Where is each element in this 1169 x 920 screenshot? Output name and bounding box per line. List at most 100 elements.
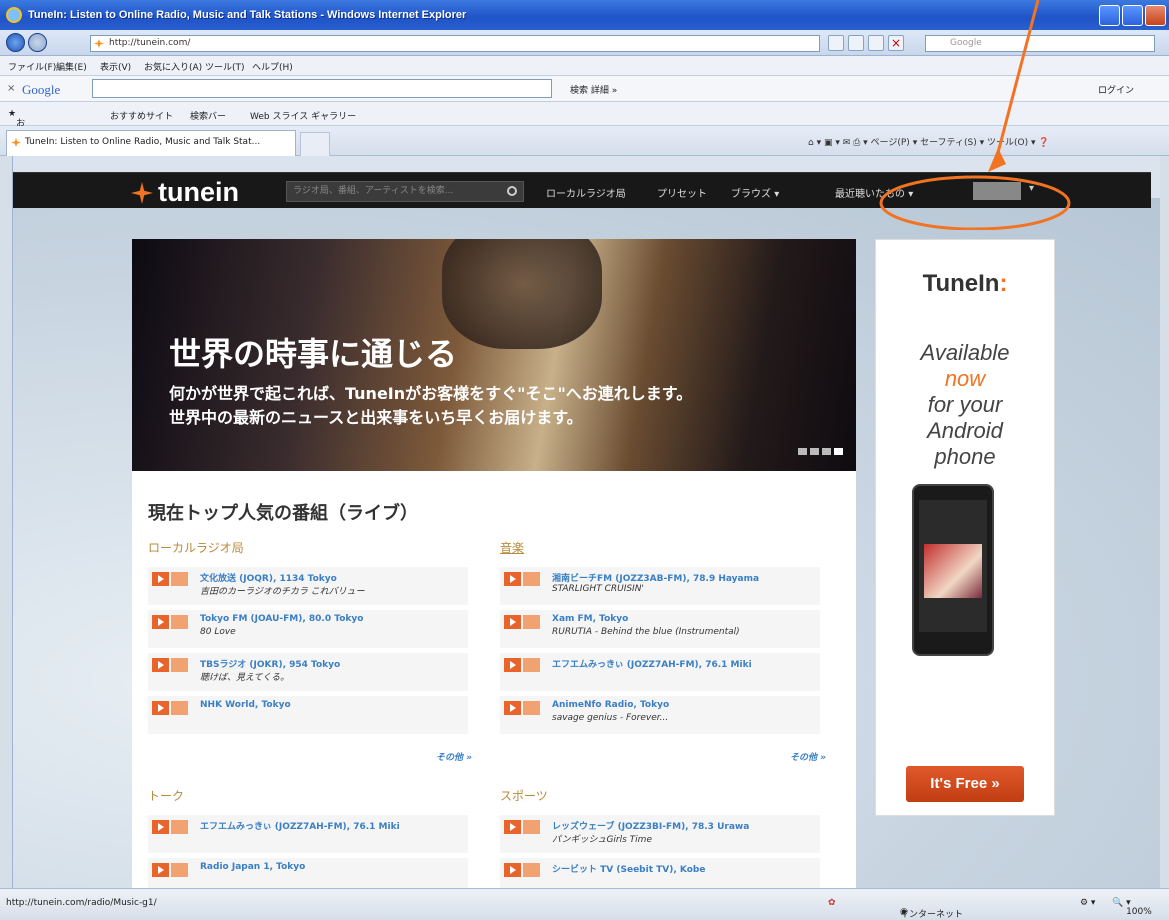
google-login-link[interactable]: ログイン <box>1098 83 1134 96</box>
menu-favorites[interactable]: お気に入り(A) <box>144 60 202 73</box>
google-search-button[interactable]: 検索 詳細 » <box>570 83 617 96</box>
tab-tunein[interactable]: TuneIn: Listen to Online Radio, Music an… <box>6 130 296 156</box>
station-link[interactable]: Xam FM, Tokyo <box>552 614 628 624</box>
favorites-button[interactable]: ★ お気に入り <box>8 109 25 181</box>
minimize-button[interactable] <box>1099 5 1120 26</box>
preset-icon[interactable] <box>171 701 188 715</box>
its-free-button[interactable]: It's Free » <box>906 766 1024 802</box>
more-link[interactable]: その他 » <box>436 750 472 763</box>
nav-presets[interactable]: プリセット <box>657 185 707 200</box>
preset-icon[interactable] <box>523 863 540 877</box>
preset-icon[interactable] <box>523 572 540 586</box>
google-more-link[interactable]: 詳細 » <box>591 86 617 96</box>
list-item[interactable]: TBSラジオ (JOKR), 954 Tokyo 聴けば、見えてくる。 <box>148 653 468 691</box>
search-bar-link[interactable]: 検索バー <box>190 109 226 122</box>
page-menu[interactable]: ページ(P) <box>871 138 910 148</box>
list-item[interactable]: Tokyo FM (JOAU-FM), 80.0 Tokyo 80 Love <box>148 610 468 648</box>
station-link[interactable]: TBSラジオ (JOKR), 954 Tokyo <box>200 657 340 670</box>
safety-menu[interactable]: セーフティ(S) <box>920 138 977 148</box>
close-button[interactable] <box>1145 5 1166 26</box>
play-icon[interactable] <box>152 863 169 877</box>
menu-tools[interactable]: ツール(T) <box>205 60 245 73</box>
suggested-sites-link[interactable]: おすすめサイト <box>110 109 173 122</box>
tools-menu[interactable]: ツール(O) <box>987 138 1028 148</box>
station-link[interactable]: Radio Japan 1, Tokyo <box>200 862 305 872</box>
nav-local-radio[interactable]: ローカルラジオ局 <box>546 185 626 200</box>
station-link[interactable]: エフエムみっきぃ (JOZZ7AH-FM), 76.1 Miki <box>200 819 400 832</box>
list-item[interactable]: 湘南ビーチFM (JOZZ3AB-FM), 78.9 Hayama STARLIG… <box>500 567 820 605</box>
more-link[interactable]: その他 » <box>790 750 826 763</box>
station-link[interactable]: エフエムみっきぃ (JOZZ7AH-FM), 76.1 Miki <box>552 657 752 670</box>
tunein-logo[interactable]: tunein <box>131 177 239 208</box>
back-icon[interactable] <box>6 33 25 52</box>
menu-help[interactable]: ヘルプ(H) <box>252 60 293 73</box>
list-item[interactable]: NHK World, Tokyo <box>148 696 468 734</box>
play-icon[interactable] <box>504 615 521 629</box>
maximize-button[interactable] <box>1122 5 1143 26</box>
menu-file[interactable]: ファイル(F) <box>8 60 56 73</box>
dropdown-icon[interactable] <box>828 35 844 51</box>
search-input[interactable]: Google <box>925 35 1155 52</box>
slide-dot[interactable] <box>798 448 807 455</box>
list-item[interactable]: エフエムみっきぃ (JOZZ7AH-FM), 76.1 Miki <box>500 653 820 691</box>
slide-dot-active[interactable] <box>834 448 843 455</box>
station-link[interactable]: シービット TV (Seebit TV), Kobe <box>552 862 705 875</box>
nav-recent[interactable]: 最近聴いたもの ▾ <box>835 185 913 200</box>
section-local-radio-heading[interactable]: ローカルラジオ局 <box>148 539 244 556</box>
slide-dot[interactable] <box>810 448 819 455</box>
menu-edit[interactable]: 編集(E) <box>56 60 87 73</box>
new-tab-button[interactable] <box>300 132 330 156</box>
play-icon[interactable] <box>152 820 169 834</box>
search-icon[interactable] <box>507 186 517 196</box>
tunein-search-input[interactable]: ラジオ局、番組、アーティストを検索... <box>286 181 524 202</box>
preset-icon[interactable] <box>523 658 540 672</box>
url-input[interactable]: http://tunein.com/ <box>90 35 820 52</box>
list-item[interactable]: 文化放送 (JOQR), 1134 Tokyo 吉田のカーラジオのチカラ これバリ… <box>148 567 468 605</box>
chevron-down-icon[interactable]: ▾ <box>1029 183 1034 194</box>
play-icon[interactable] <box>504 820 521 834</box>
popup-blocker-icon[interactable]: ✿ <box>828 898 836 908</box>
google-search-input[interactable] <box>92 79 552 98</box>
list-item[interactable]: レッズウェーブ (JOZZ3BI-FM), 78.3 Urawa パンギッシュGi… <box>500 815 820 853</box>
preset-icon[interactable] <box>523 701 540 715</box>
play-icon[interactable] <box>504 658 521 672</box>
station-link[interactable]: Tokyo FM (JOAU-FM), 80.0 Tokyo <box>200 614 363 624</box>
nav-browse[interactable]: ブラウズ ▾ <box>731 185 779 200</box>
user-account-box[interactable] <box>973 182 1021 200</box>
stop-icon[interactable]: × <box>888 35 904 51</box>
station-link[interactable]: 文化放送 (JOQR), 1134 Tokyo <box>200 571 337 584</box>
play-icon[interactable] <box>504 572 521 586</box>
play-icon[interactable] <box>504 863 521 877</box>
station-link[interactable]: AnimeNfo Radio, Tokyo <box>552 700 669 710</box>
preset-icon[interactable] <box>171 572 188 586</box>
preset-icon[interactable] <box>523 820 540 834</box>
close-toolbar-icon[interactable]: × <box>7 83 15 94</box>
play-icon[interactable] <box>152 658 169 672</box>
protected-mode-icon[interactable]: ⚙ ▾ <box>1080 898 1095 908</box>
station-link[interactable]: 湘南ビーチFM (JOZZ3AB-FM), 78.9 Hayama <box>552 571 759 584</box>
list-item[interactable]: シービット TV (Seebit TV), Kobe <box>500 858 820 888</box>
list-item[interactable]: Radio Japan 1, Tokyo <box>148 858 468 888</box>
compat-view-icon[interactable] <box>848 35 864 51</box>
station-link[interactable]: NHK World, Tokyo <box>200 700 291 710</box>
list-item[interactable]: AnimeNfo Radio, Tokyo savage genius - For… <box>500 696 820 734</box>
section-sports-heading[interactable]: スポーツ <box>500 787 548 804</box>
play-icon[interactable] <box>152 572 169 586</box>
station-link[interactable]: レッズウェーブ (JOZZ3BI-FM), 78.3 Urawa <box>552 819 749 832</box>
section-talk-heading[interactable]: トーク <box>148 787 184 804</box>
list-item[interactable]: エフエムみっきぃ (JOZZ7AH-FM), 76.1 Miki <box>148 815 468 853</box>
preset-icon[interactable] <box>171 863 188 877</box>
preset-icon[interactable] <box>523 615 540 629</box>
menu-view[interactable]: 表示(V) <box>100 60 131 73</box>
play-icon[interactable] <box>504 701 521 715</box>
preset-icon[interactable] <box>171 820 188 834</box>
zoom-level[interactable]: 🔍 100% ▾ <box>1112 898 1152 917</box>
play-icon[interactable] <box>152 615 169 629</box>
slide-dot[interactable] <box>822 448 831 455</box>
section-music-heading[interactable]: 音楽 <box>500 539 524 556</box>
preset-icon[interactable] <box>171 658 188 672</box>
list-item[interactable]: Xam FM, Tokyo RURUTIA - Behind the blue (… <box>500 610 820 648</box>
preset-icon[interactable] <box>171 615 188 629</box>
play-icon[interactable] <box>152 701 169 715</box>
web-slice-gallery-link[interactable]: Web スライス ギャラリー <box>250 109 356 122</box>
